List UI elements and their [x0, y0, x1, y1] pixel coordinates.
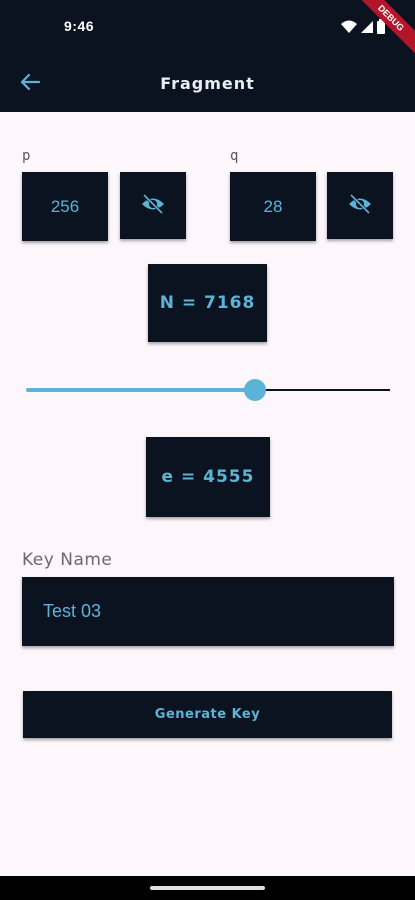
p-label: p: [22, 148, 31, 164]
p-value: 256: [50, 196, 80, 216]
key-name-value: Test 03: [43, 601, 102, 621]
e-result-text: e = 4555: [161, 467, 255, 487]
slider-inactive-track: [255, 389, 390, 391]
status-time: 9:46: [64, 18, 95, 34]
eye-off-icon: [141, 193, 165, 218]
status-bar: 9:46 DEBUG: [0, 0, 415, 60]
status-icons: [341, 19, 385, 38]
p-input[interactable]: 256: [22, 172, 108, 241]
eye-off-icon: [348, 193, 372, 218]
home-handle[interactable]: [150, 886, 265, 890]
q-value: 28: [263, 196, 283, 216]
signal-icon: [361, 19, 373, 38]
slider-active-track: [26, 388, 255, 392]
navigation-bar: [0, 876, 415, 900]
n-result: N = 7168: [148, 264, 267, 342]
page-title: Fragment: [160, 74, 255, 93]
e-result: e = 4555: [146, 437, 270, 517]
key-name-label: Key Name: [22, 550, 113, 570]
p-visibility-toggle[interactable]: [120, 172, 186, 239]
n-result-text: N = 7168: [159, 293, 256, 313]
e-slider[interactable]: [26, 378, 390, 402]
q-label: q: [230, 148, 239, 164]
wifi-icon: [341, 19, 357, 38]
q-input[interactable]: 28: [230, 172, 316, 241]
generate-key-button[interactable]: Generate Key: [23, 691, 392, 738]
slider-thumb[interactable]: [244, 379, 266, 401]
key-name-input[interactable]: Test 03: [22, 577, 394, 646]
app-bar: Fragment: [0, 56, 415, 112]
q-visibility-toggle[interactable]: [327, 172, 393, 239]
